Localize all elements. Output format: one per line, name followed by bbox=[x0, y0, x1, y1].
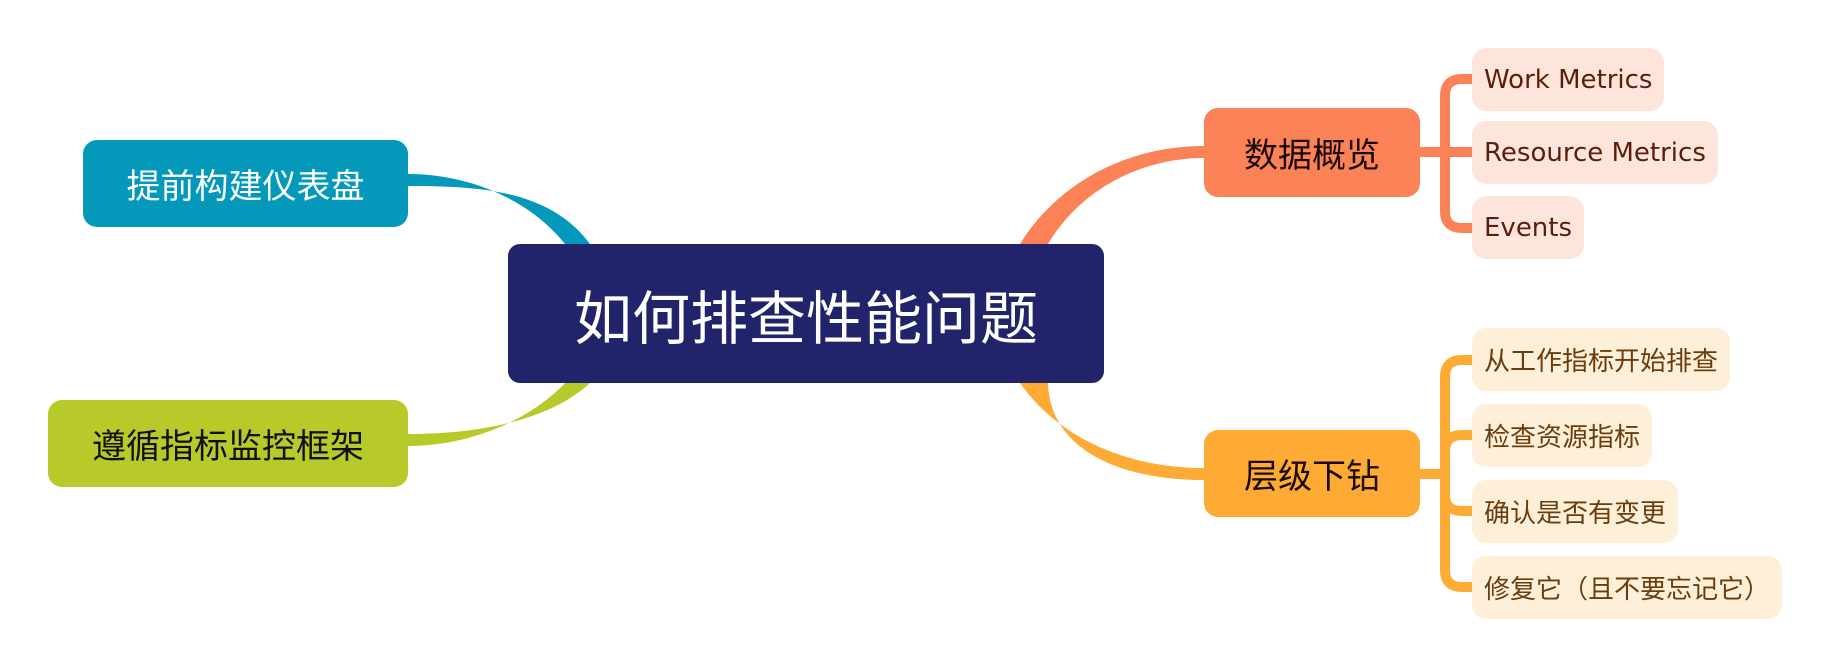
connector-dashboards bbox=[408, 174, 590, 244]
subtopic-work-metrics[interactable]: Work Metrics bbox=[1472, 48, 1665, 111]
subtopic-events[interactable]: Events bbox=[1472, 196, 1585, 259]
topic-label: 数据概览 bbox=[1244, 136, 1380, 176]
topic-build-dashboards[interactable]: 提前构建仪表盘 bbox=[83, 140, 408, 227]
connector-data-overview bbox=[1020, 146, 1204, 244]
topic-drill-down[interactable]: 层级下钻 bbox=[1204, 430, 1420, 517]
subtopic-check-resource-metrics[interactable]: 检查资源指标 bbox=[1472, 404, 1653, 467]
subtopic-resource-metrics[interactable]: Resource Metrics bbox=[1472, 121, 1718, 184]
subtopic-label: Work Metrics bbox=[1484, 64, 1653, 95]
subtopic-label: 从工作指标开始排查 bbox=[1484, 347, 1719, 377]
connector-drill-down bbox=[1020, 383, 1204, 480]
subtopic-label: Resource Metrics bbox=[1484, 137, 1706, 168]
subtopic-fix-it[interactable]: 修复它（且不要忘记它） bbox=[1472, 556, 1783, 619]
central-topic-label: 如何排查性能问题 bbox=[573, 284, 1038, 353]
bracket-data-overview bbox=[1420, 74, 1473, 233]
topic-follow-framework[interactable]: 遵循指标监控框架 bbox=[48, 400, 408, 487]
central-topic[interactable]: 如何排查性能问题 bbox=[508, 244, 1104, 383]
topic-data-overview[interactable]: 数据概览 bbox=[1204, 108, 1420, 197]
topic-label: 层级下钻 bbox=[1244, 457, 1380, 497]
subtopic-label: 修复它（且不要忘记它） bbox=[1484, 575, 1771, 605]
subtopic-start-work-metrics[interactable]: 从工作指标开始排查 bbox=[1472, 328, 1731, 391]
connector-framework bbox=[408, 383, 590, 446]
topic-label: 遵循指标监控框架 bbox=[92, 427, 364, 467]
topic-label: 提前构建仪表盘 bbox=[126, 167, 365, 207]
bracket-drill-down bbox=[1420, 355, 1473, 592]
subtopic-label: 确认是否有变更 bbox=[1484, 499, 1667, 529]
subtopic-label: 检查资源指标 bbox=[1484, 423, 1641, 453]
subtopic-label: Events bbox=[1484, 212, 1573, 243]
subtopic-confirm-changes[interactable]: 确认是否有变更 bbox=[1472, 480, 1679, 543]
